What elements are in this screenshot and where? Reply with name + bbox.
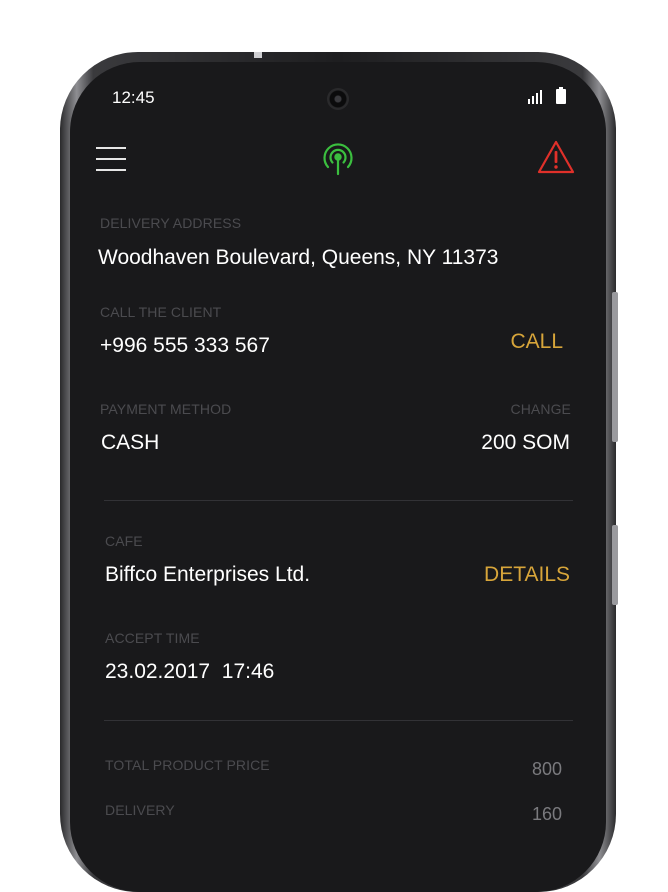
delivery-fee-label: DELIVERY — [105, 802, 175, 818]
menu-line — [96, 147, 126, 149]
cafe-name: Biffco Enterprises Ltd. — [105, 563, 311, 586]
signal-icon — [528, 90, 542, 104]
battery-icon — [556, 87, 566, 104]
divider — [104, 500, 573, 501]
accept-time-value: 23.02.2017 17:46 — [105, 660, 275, 683]
power-button — [612, 525, 618, 605]
delivery-fee-value: 160 — [531, 804, 562, 824]
change-payment-button[interactable]: CHANGE — [511, 401, 572, 417]
client-phone: +996 555 333 567 — [100, 334, 270, 357]
payment-amount: 200 SOM — [481, 431, 570, 454]
menu-button[interactable] — [96, 147, 128, 172]
call-client-label: CALL THE CLIENT — [100, 304, 222, 320]
cafe-label: CAFE — [105, 533, 143, 549]
total-product-price-value: 800 — [531, 759, 562, 779]
divider — [104, 720, 573, 721]
antenna-signal-icon — [323, 143, 353, 176]
front-camera — [327, 88, 349, 110]
delivery-address-value: Woodhaven Boulevard, Queens, NY 11373 — [98, 246, 499, 269]
payment-method-value: CASH — [101, 431, 160, 454]
details-button[interactable]: DETAILS — [484, 563, 570, 587]
phone-top-edge — [254, 52, 262, 58]
volume-button — [612, 292, 618, 442]
menu-line — [96, 169, 126, 171]
delivery-address-label: DELIVERY ADDRESS — [100, 215, 242, 231]
accept-time-label: ACCEPT TIME — [105, 630, 200, 646]
payment-method-label: PAYMENT METHOD — [100, 401, 232, 417]
warning-icon[interactable] — [537, 140, 575, 174]
app-screen: 12:45 DELIVERY ADDRESS Woodhaven Bouleva… — [70, 62, 606, 892]
total-product-price-label: TOTAL PRODUCT PRICE — [105, 757, 270, 773]
call-button[interactable]: CALL — [510, 330, 563, 354]
menu-line — [96, 158, 126, 160]
status-time: 12:45 — [112, 88, 155, 107]
